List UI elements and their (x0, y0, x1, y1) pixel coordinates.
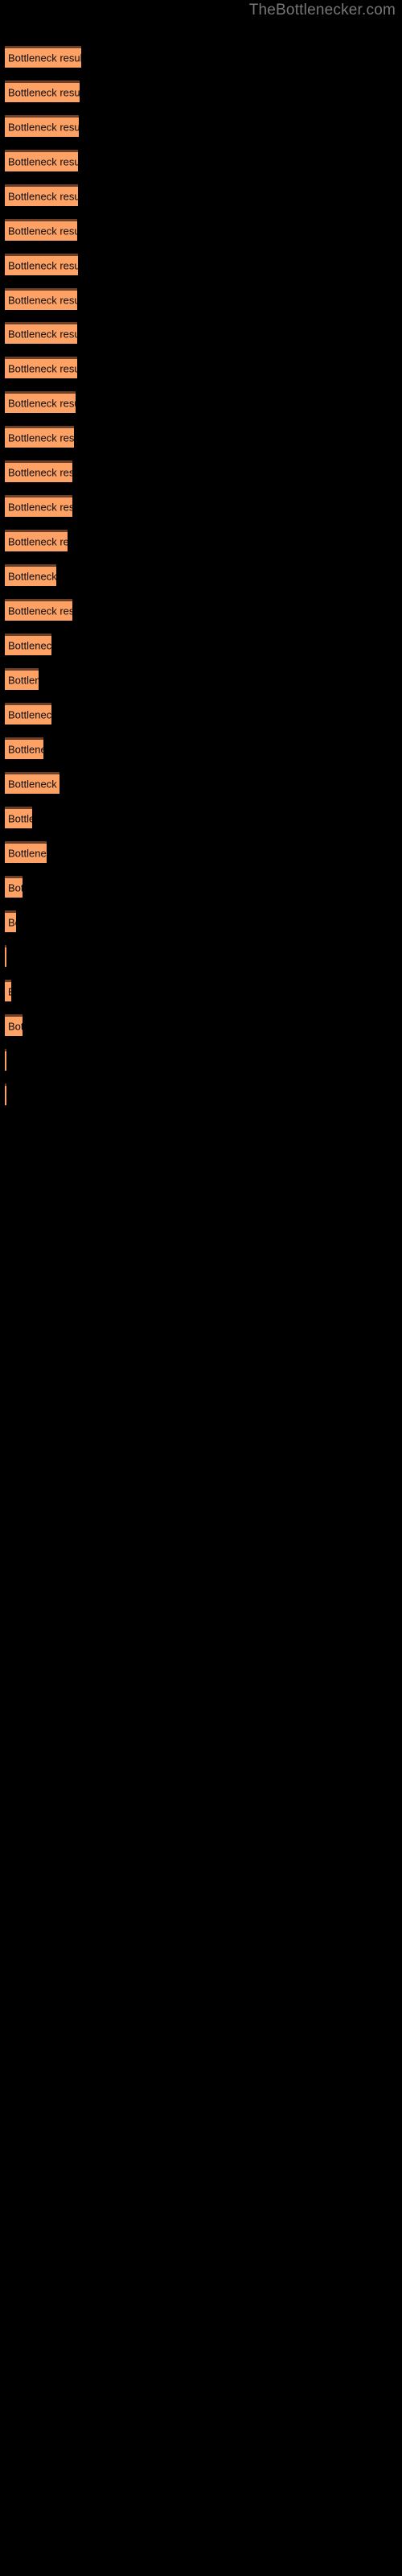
bar-label: Bottleneck result (8, 639, 51, 652)
bar-label: Bottleneck result (8, 501, 72, 514)
bar-label: Bottleneck result (8, 328, 77, 341)
bar-row: Bottleneck result (5, 980, 11, 1001)
bar-label: Bottleneck result (8, 466, 72, 479)
bottleneck-bar[interactable]: Bottleneck result (5, 495, 72, 517)
bar-row: Bottleneck result (5, 184, 78, 206)
bottleneck-bar[interactable]: Bottleneck result (5, 1049, 6, 1071)
bar-label: Bottleneck result (8, 1020, 23, 1033)
bar-label: Bottleneck result (8, 916, 16, 929)
bottleneck-bar[interactable]: Bottleneck result (5, 150, 78, 171)
bottleneck-bar[interactable]: Bottleneck result (5, 115, 79, 137)
bar-row: Bottleneck result (5, 634, 51, 655)
bar-row: Bottleneck result (5, 322, 77, 344)
bar-row: Bottleneck result (5, 1014, 23, 1036)
bar-row: Bottleneck result (5, 599, 72, 621)
bar-label: Bottleneck result (8, 225, 77, 237)
bottleneck-bar[interactable]: Bottleneck result (5, 876, 23, 898)
bar-label: Bottleneck result (8, 708, 51, 721)
bar-label: Bottleneck result (8, 847, 47, 860)
bar-label: Bottleneck result (8, 881, 23, 894)
bar-row: Bottleneck result (5, 807, 32, 828)
bar-label: Bottleneck result (8, 121, 79, 134)
bar-row: Bottleneck result (5, 495, 72, 517)
bottleneck-bar[interactable]: Bottleneck result (5, 668, 39, 690)
bottleneck-bar[interactable]: Bottleneck result (5, 530, 68, 551)
bar-label: Bottleneck result (8, 535, 68, 548)
bottleneck-bar-chart: Bottleneck result Bottleneck result Bottle… (0, 0, 402, 2576)
bar-label: Bottleneck result (8, 570, 56, 583)
bar-label: Bottleneck result (8, 155, 78, 168)
bottleneck-bar[interactable]: Bottleneck result (5, 980, 11, 1001)
bar-row: Bottleneck result (5, 391, 76, 413)
bar-label: Bottleneck result (8, 605, 72, 617)
bottleneck-bar[interactable]: Bottleneck result (5, 1084, 6, 1105)
bar-row: Bottleneck result (5, 460, 72, 482)
bar-label: Bottleneck result (8, 362, 77, 375)
bottleneck-bar[interactable]: Bottleneck result (5, 288, 77, 310)
bottleneck-bar[interactable]: Bottleneck result (5, 841, 47, 863)
bottleneck-bar[interactable]: Bottleneck result (5, 322, 77, 344)
bottleneck-bar[interactable]: Bottleneck result (5, 1014, 23, 1036)
bottleneck-bar[interactable]: Bottleneck result (5, 219, 77, 241)
bar-row: Bottleneck result (5, 945, 6, 967)
bar-row: Bottleneck result (5, 150, 78, 171)
bar-label: Bottleneck result (8, 431, 74, 444)
bar-label: Bottleneck result (8, 674, 39, 687)
bar-row: Bottleneck result (5, 703, 51, 724)
bar-row: Bottleneck result (5, 876, 23, 898)
bar-row: Bottleneck result (5, 115, 79, 137)
bar-label: Bottleneck result (8, 259, 78, 272)
bar-row: Bottleneck result (5, 1049, 6, 1071)
bar-label: Bottleneck result (8, 743, 43, 756)
bar-row: Bottleneck result (5, 772, 59, 794)
bottleneck-bar[interactable]: Bottleneck result (5, 184, 78, 206)
bar-row: Bottleneck result (5, 80, 80, 102)
bottleneck-bar[interactable]: Bottleneck result (5, 599, 72, 621)
bottleneck-bar[interactable]: Bottleneck result (5, 391, 76, 413)
bar-row: Bottleneck result (5, 219, 77, 241)
bottleneck-bar[interactable]: Bottleneck result (5, 357, 77, 378)
bar-row: Bottleneck result (5, 530, 68, 551)
bottleneck-bar[interactable]: Bottleneck result (5, 910, 16, 932)
bar-label: Bottleneck result (8, 52, 81, 64)
bar-label: Bottleneck result (8, 812, 32, 825)
bar-row: Bottleneck result (5, 737, 43, 759)
bar-row: Bottleneck result (5, 668, 39, 690)
bar-row: Bottleneck result (5, 1084, 6, 1105)
bar-row: Bottleneck result (5, 357, 77, 378)
bottleneck-bar[interactable]: Bottleneck result (5, 945, 6, 967)
bottleneck-bar[interactable]: Bottleneck result (5, 564, 56, 586)
bottleneck-bar[interactable]: Bottleneck result (5, 703, 51, 724)
bar-row: Bottleneck result (5, 564, 56, 586)
bottleneck-bar[interactable]: Bottleneck result (5, 772, 59, 794)
bar-label: Bottleneck result (8, 778, 59, 791)
bar-label: Bottleneck result (8, 294, 77, 307)
bar-row: Bottleneck result (5, 910, 16, 932)
bar-label: Bottleneck result (8, 987, 11, 997)
bottleneck-bar[interactable]: Bottleneck result (5, 737, 43, 759)
bar-label: Bottleneck result (8, 86, 80, 99)
bar-row: Bottleneck result (5, 841, 47, 863)
bar-row: Bottleneck result (5, 288, 77, 310)
bar-row: Bottleneck result (5, 426, 74, 448)
bar-row: Bottleneck result (5, 46, 81, 68)
bottleneck-bar[interactable]: Bottleneck result (5, 80, 80, 102)
bottleneck-bar[interactable]: Bottleneck result (5, 254, 78, 275)
bar-label: Bottleneck result (8, 190, 78, 203)
bottleneck-bar[interactable]: Bottleneck result (5, 460, 72, 482)
bottleneck-bar[interactable]: Bottleneck result (5, 634, 51, 655)
bar-label: Bottleneck result (8, 397, 76, 410)
bar-row: Bottleneck result (5, 254, 78, 275)
bottleneck-bar[interactable]: Bottleneck result (5, 426, 74, 448)
bottleneck-bar[interactable]: Bottleneck result (5, 46, 81, 68)
bottleneck-bar[interactable]: Bottleneck result (5, 807, 32, 828)
